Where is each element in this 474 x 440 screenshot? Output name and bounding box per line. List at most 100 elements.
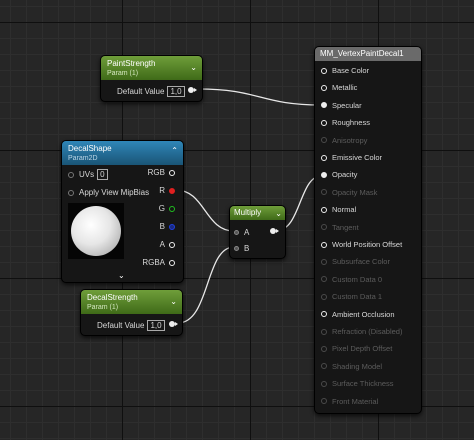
material-input-pixel-depth-offset-pin[interactable] [321, 345, 327, 352]
paint-strength-header[interactable]: PaintStrength Param (1) ⌄ [101, 56, 202, 80]
mipbias-label: Apply View MipBias [79, 188, 150, 197]
material-result-header[interactable]: MM_VertexPaintDecal1 [315, 47, 421, 61]
multiply-input-b-pin[interactable] [234, 246, 239, 251]
material-input-shading-model-pin[interactable] [321, 363, 327, 370]
chevron-up-icon[interactable]: ⌃ [171, 146, 178, 155]
uvs-input-pin[interactable] [68, 171, 74, 178]
output-g[interactable]: G [159, 204, 175, 213]
output-a-label: A [159, 240, 165, 249]
decal-strength-output-pin[interactable] [169, 321, 178, 327]
material-input-normal[interactable]: Normal [321, 205, 356, 214]
texture-preview [68, 203, 124, 259]
material-input-specular[interactable]: Specular [321, 101, 362, 110]
material-input-anisotropy[interactable]: Anisotropy [321, 136, 367, 145]
material-input-front-material-pin[interactable] [321, 398, 327, 405]
output-r-pin[interactable] [169, 187, 175, 194]
material-input-normal-pin[interactable] [321, 206, 327, 213]
material-input-opacity-mask[interactable]: Opacity Mask [321, 188, 377, 197]
material-input-world-position-offset[interactable]: World Position Offset [321, 240, 402, 249]
output-b[interactable]: B [160, 222, 175, 231]
multiply-header[interactable]: Multiply ⌄ [230, 206, 285, 220]
paint-strength-value-field[interactable]: 1,0 [167, 86, 185, 97]
output-a[interactable]: A [160, 240, 175, 249]
material-input-shading-model-label: Shading Model [332, 361, 383, 371]
chevron-down-icon[interactable]: ⌄ [118, 271, 125, 280]
material-input-custom-data-0-pin[interactable] [321, 276, 327, 283]
material-input-world-position-offset-pin[interactable] [321, 241, 327, 248]
output-g-pin[interactable] [169, 205, 175, 212]
chevron-down-icon[interactable]: ⌄ [275, 209, 282, 218]
material-input-tangent-pin[interactable] [321, 224, 327, 231]
material-input-custom-data-0-label: Custom Data 0 [332, 274, 383, 284]
material-input-specular-pin[interactable] [321, 102, 327, 109]
material-result-node[interactable]: MM_VertexPaintDecal1 Base Color Metallic S… [314, 46, 422, 414]
chevron-down-icon[interactable]: ⌄ [170, 297, 177, 306]
paint-strength-default-row: Default Value 1,0 [117, 86, 185, 97]
paint-strength-node[interactable]: PaintStrength Param (1) ⌄ Default Value … [100, 55, 203, 102]
material-input-front-material[interactable]: Front Material [321, 397, 378, 406]
mipbias-input-pin[interactable] [68, 189, 74, 196]
material-input-custom-data-1-label: Custom Data 1 [332, 292, 383, 302]
decal-shape-uvs-row: UVs 0 [68, 169, 108, 180]
output-b-pin[interactable] [169, 223, 175, 230]
material-input-custom-data-1-pin[interactable] [321, 293, 327, 300]
material-input-base-color-pin[interactable] [321, 67, 327, 74]
material-input-subsurface-color-pin[interactable] [321, 258, 327, 265]
material-input-opacity[interactable]: Opacity [321, 170, 357, 179]
material-input-refraction-disabled-pin[interactable] [321, 328, 327, 335]
output-rgb-label: RGB [147, 168, 165, 177]
material-input-ambient-occlusion-pin[interactable] [321, 311, 327, 318]
material-input-metallic-label: Metallic [332, 83, 358, 93]
decal-strength-header[interactable]: DecalStrength Param (1) ⌄ [81, 290, 182, 314]
multiply-input-a-label: A [244, 228, 250, 237]
output-rgba-label: RGBA [142, 258, 165, 267]
material-input-subsurface-color[interactable]: Subsurface Color [321, 257, 390, 266]
output-rgb[interactable]: RGB [148, 168, 175, 177]
decal-shape-mipbias-row: Apply View MipBias [68, 188, 149, 197]
material-input-world-position-offset-label: World Position Offset [332, 240, 403, 249]
material-input-base-color[interactable]: Base Color [321, 66, 369, 75]
output-r[interactable]: R [159, 186, 175, 195]
multiply-input-a-pin[interactable] [234, 230, 239, 235]
material-input-pixel-depth-offset[interactable]: Pixel Depth Offset [321, 344, 392, 353]
material-input-roughness[interactable]: Roughness [321, 118, 370, 127]
output-a-pin[interactable] [169, 241, 175, 248]
material-input-emissive-color[interactable]: Emissive Color [321, 153, 382, 162]
material-input-custom-data-0[interactable]: Custom Data 0 [321, 275, 382, 284]
decal-shape-node[interactable]: DecalShape Param2D ⌃ UVs 0 Apply View Mi… [61, 140, 184, 283]
decal-strength-node[interactable]: DecalStrength Param (1) ⌄ Default Value … [80, 289, 183, 336]
material-input-roughness-pin[interactable] [321, 119, 327, 126]
material-input-surface-thickness[interactable]: Surface Thickness [321, 379, 394, 388]
material-input-custom-data-1[interactable]: Custom Data 1 [321, 292, 382, 301]
material-input-refraction-disabled[interactable]: Refraction (Disabled) [321, 327, 402, 336]
output-rgb-pin[interactable] [169, 169, 175, 176]
material-input-surface-thickness-label: Surface Thickness [332, 379, 394, 389]
decal-strength-value-field[interactable]: 1,0 [147, 320, 165, 331]
decal-strength-field-label: Default Value [97, 321, 145, 330]
material-input-surface-thickness-pin[interactable] [321, 380, 327, 387]
material-input-specular-label: Specular [332, 100, 362, 110]
material-input-anisotropy-pin[interactable] [321, 137, 327, 144]
material-input-opacity-mask-pin[interactable] [321, 189, 327, 196]
material-input-shading-model[interactable]: Shading Model [321, 362, 382, 371]
material-input-metallic-pin[interactable] [321, 84, 327, 91]
material-input-roughness-label: Roughness [332, 118, 370, 128]
material-input-ambient-occlusion[interactable]: Ambient Occlusion [321, 310, 395, 319]
decal-shape-header[interactable]: DecalShape Param2D ⌃ [62, 141, 183, 165]
material-input-metallic[interactable]: Metallic [321, 83, 357, 92]
multiply-node[interactable]: Multiply ⌄ A B [229, 205, 286, 259]
material-input-pixel-depth-offset-label: Pixel Depth Offset [332, 344, 393, 354]
uvs-value-field[interactable]: 0 [97, 169, 108, 180]
output-rgba-pin[interactable] [169, 259, 175, 266]
material-input-emissive-color-label: Emissive Color [332, 153, 383, 162]
material-input-opacity-pin[interactable] [321, 171, 327, 178]
multiply-input-a-row: A [234, 228, 249, 237]
output-rgba[interactable]: RGBA [142, 258, 175, 267]
material-input-emissive-color-pin[interactable] [321, 154, 327, 161]
material-input-tangent[interactable]: Tangent [321, 223, 359, 232]
paint-strength-output-pin[interactable] [188, 87, 197, 93]
decal-strength-title: DecalStrength [87, 293, 138, 302]
chevron-down-icon[interactable]: ⌄ [190, 63, 197, 72]
wire-paintstrength-specular [197, 88, 322, 106]
multiply-output-pin[interactable] [270, 228, 279, 234]
